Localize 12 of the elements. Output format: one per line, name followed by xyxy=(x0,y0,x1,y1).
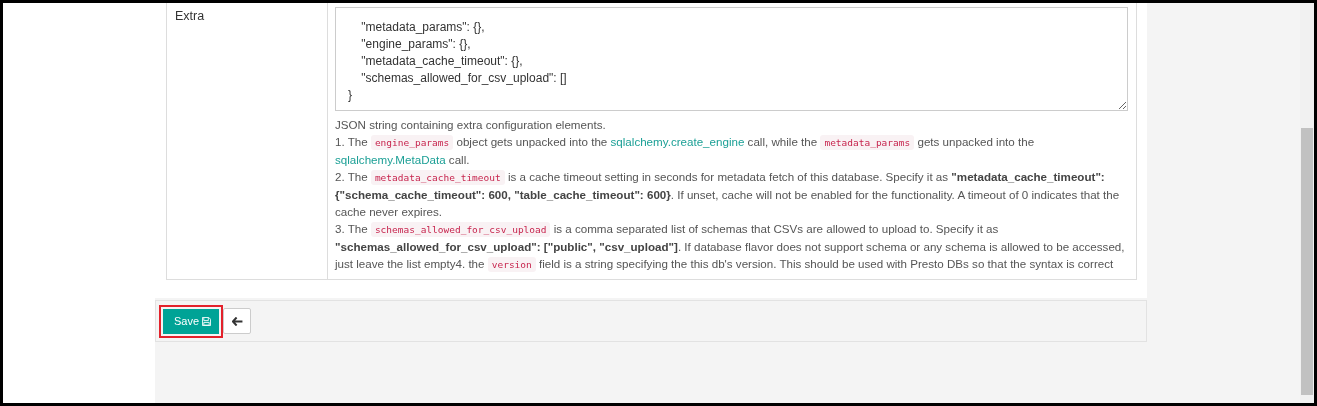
field-label: Extra xyxy=(175,9,205,23)
help-text: 1. The engine_params object gets unpacked into the sqlalchemy.create_engine call, while the metadata_params gets unpacked into the sqlalchemy.MetaData call. xyxy=(335,134,1036,168)
save-icon xyxy=(202,316,212,326)
save-button[interactable]: Save xyxy=(163,308,220,334)
back-button[interactable] xyxy=(223,308,252,334)
docs-link[interactable]: sqlalchemy.create_engine xyxy=(610,135,745,148)
help-text: 2. The metadata_cache_timeout is a cache timeout setting in seconds for metadata fetch of this database. Specify it as "metadata_cache_timeout": {"schema_cache_timeout": 600, "table_cache_timeout": 600}. If unset, cache will not be enabled for the functionality. A timeout of 0 indicates that the cache never expires. xyxy=(335,169,1121,220)
arrow-left-icon xyxy=(231,316,243,326)
help-text: JSON string containing extra configuration elements. xyxy=(335,117,607,133)
docs-link[interactable]: sqlalchemy.MetaData xyxy=(335,153,446,166)
json-field[interactable]: "metadata_params": {}, "engine_params": {}, "metadata_cache_timeout": {}, "schemas_allowed_for_csv_upload": [] } xyxy=(335,7,1128,111)
help-text: 3. The schemas_allowed_for_csv_upload is a comma separated list of schemas that CSVs are allowed to upload to. Specify it as "schemas_allowed_for_csv_upload": ["public", "csv_upload"]. If database flavor does not support schema or any schema is allowed to be accessed, just leave the list empty4. the version field is a string specifying the this db's version. This should be used with Presto DBs so that the syntax is correct xyxy=(335,221,1126,273)
